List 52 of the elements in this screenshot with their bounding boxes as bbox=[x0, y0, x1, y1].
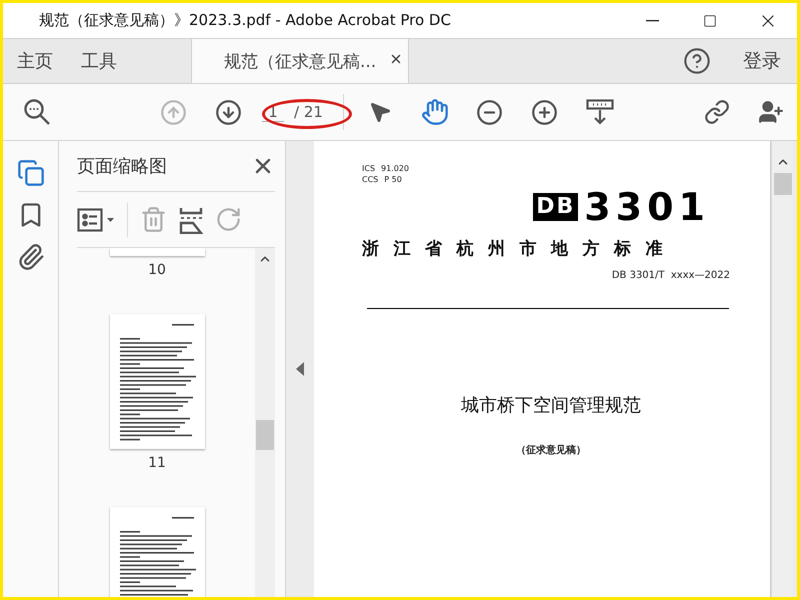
standard-logo: DB bbox=[533, 193, 578, 221]
minimize-icon bbox=[646, 20, 658, 22]
document-subtitle: （征求意见稿） bbox=[516, 444, 586, 457]
document-title: 城市桥下空间管理规范 bbox=[461, 394, 641, 417]
page-number-label: 11 bbox=[148, 455, 166, 471]
sign-in-button[interactable]: 登录 bbox=[731, 39, 797, 83]
ccs-value: P 50 bbox=[384, 174, 402, 185]
zoom-out-icon bbox=[476, 98, 504, 126]
ccs-label: CCS bbox=[362, 174, 378, 185]
pages-icon bbox=[16, 159, 44, 187]
window-title: 规范（征求意见稿）》2023.3.pdf - Adobe Acrobat Pro DC bbox=[39, 11, 452, 30]
issuer-heading: 浙江省杭州市地方标准 bbox=[362, 238, 678, 260]
scrollbar-thumb[interactable] bbox=[256, 420, 274, 450]
arrow-down-icon bbox=[214, 98, 242, 126]
standard-code: DB 3301/T xxxx—2022 bbox=[612, 270, 730, 281]
keyboard-arrow-icon bbox=[586, 99, 614, 125]
scrollbar[interactable] bbox=[771, 141, 793, 597]
page-total: / 21 bbox=[294, 103, 323, 121]
tab[interactable]: 规范（征求意见稿... bbox=[191, 39, 409, 83]
trash-icon bbox=[140, 206, 167, 233]
close-icon bbox=[389, 52, 403, 66]
ics-label: ICS bbox=[362, 163, 376, 174]
zoom-in-icon bbox=[531, 98, 558, 126]
page-thumbnail[interactable] bbox=[110, 314, 204, 449]
help-icon bbox=[683, 47, 711, 75]
standard-number: 3301 bbox=[584, 187, 710, 227]
panel-title: 页面缩略图 bbox=[77, 155, 167, 178]
page-insert-icon bbox=[179, 206, 203, 234]
scrollbar-thumb[interactable] bbox=[774, 173, 792, 195]
page-thumbnail[interactable] bbox=[110, 507, 204, 597]
pages-panel-button[interactable] bbox=[16, 159, 44, 187]
arrow-up-icon bbox=[160, 98, 186, 126]
tab[interactable]: 主页 bbox=[3, 39, 67, 83]
ics-value: 91.020 bbox=[381, 163, 410, 174]
left-triangle-icon bbox=[296, 362, 304, 376]
page-thumbnail[interactable] bbox=[110, 248, 204, 256]
hand-icon bbox=[420, 98, 449, 126]
maximize-icon bbox=[703, 14, 717, 28]
options-button[interactable] bbox=[77, 208, 115, 232]
tab-close-button[interactable] bbox=[389, 52, 403, 66]
link-icon bbox=[704, 99, 730, 125]
tab[interactable]: 工具 bbox=[67, 39, 131, 83]
collapse-panel-button[interactable] bbox=[296, 362, 304, 376]
search-icon bbox=[23, 98, 51, 126]
scrollbar[interactable] bbox=[255, 248, 275, 597]
attachments-panel-button[interactable] bbox=[16, 243, 44, 271]
insert-button[interactable] bbox=[179, 206, 203, 234]
add-user-icon bbox=[758, 99, 784, 125]
rotate-icon bbox=[215, 206, 242, 233]
paperclip-icon bbox=[16, 243, 44, 271]
list-options-icon bbox=[77, 208, 115, 232]
page-number-label: 10 bbox=[148, 262, 166, 278]
